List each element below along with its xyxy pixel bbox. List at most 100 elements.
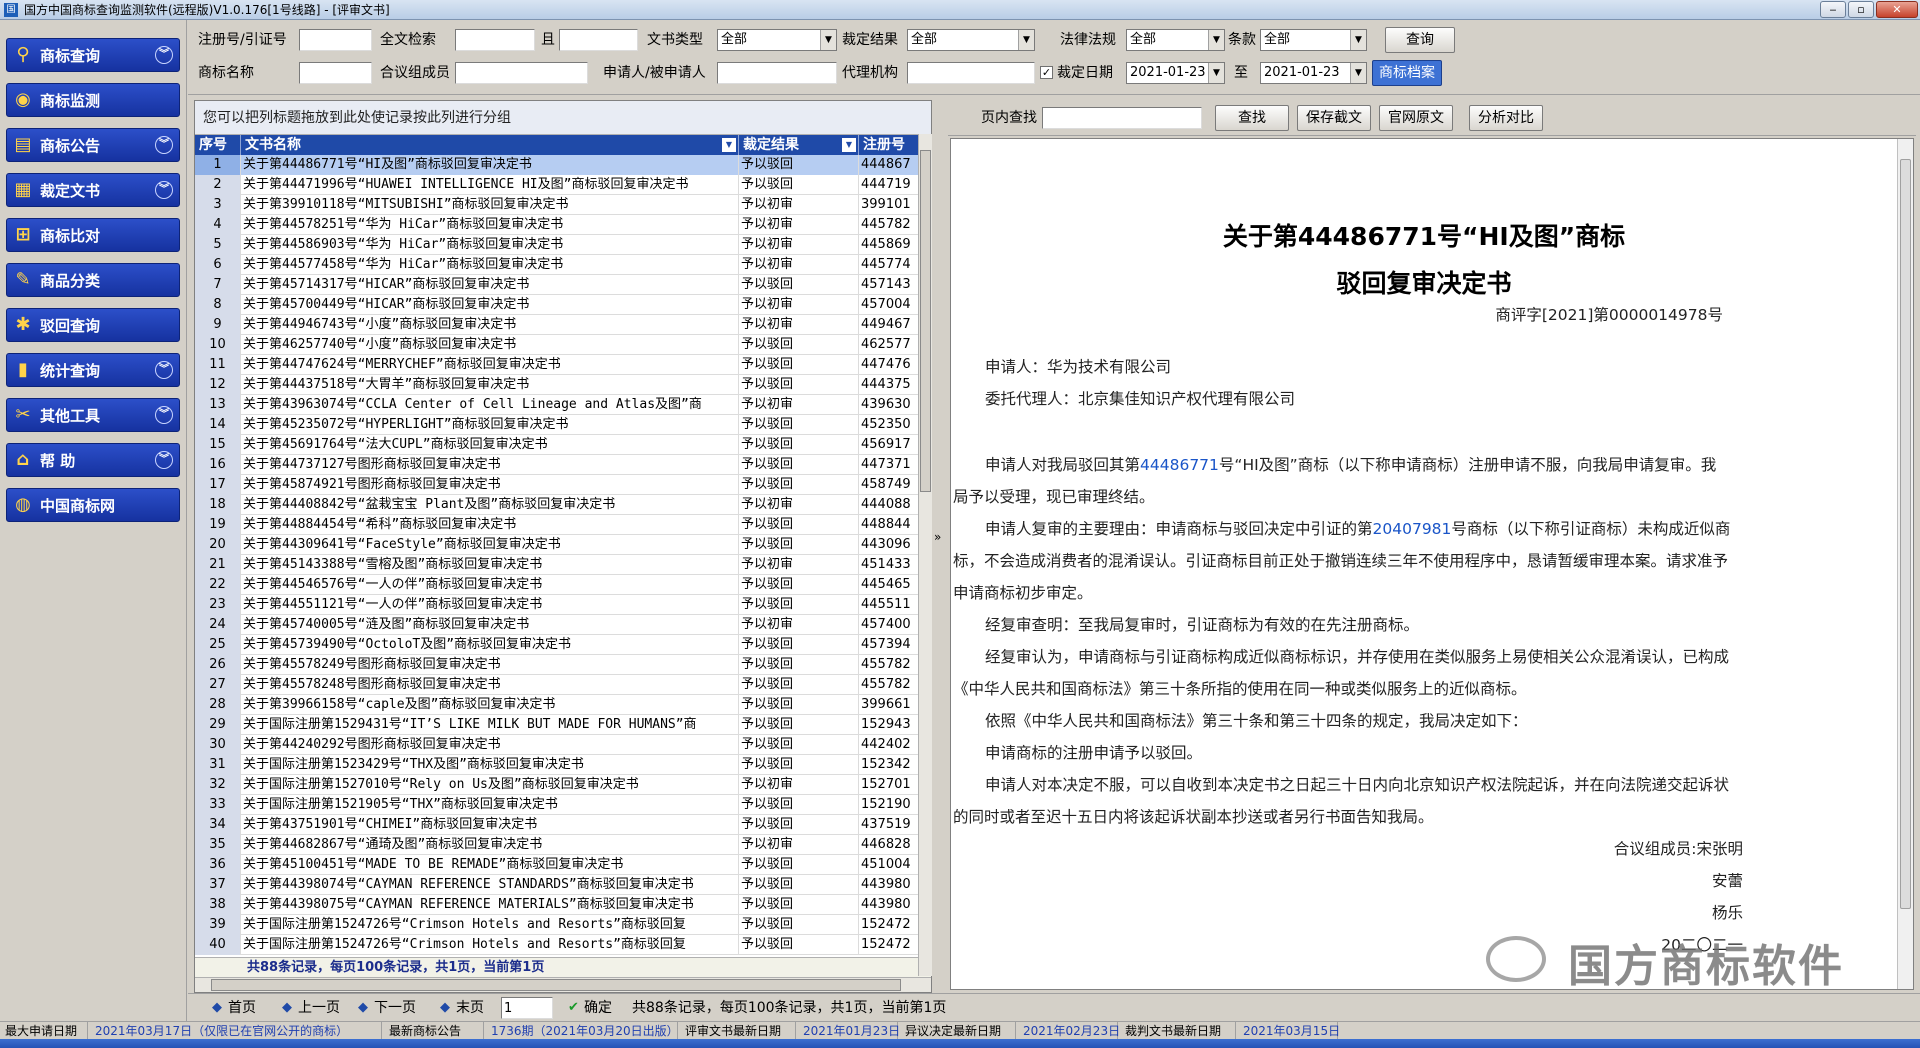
sidebar-item-3[interactable]: ▦ 裁定文书 ︾ <box>6 173 180 207</box>
sidebar-item-0[interactable]: ⚲ 商标查询 ︾ <box>6 38 180 72</box>
col-header-result[interactable]: 裁定结果 ▼ <box>739 135 859 155</box>
table-row[interactable]: 4 关于第44578251号“华为 HiCar”商标驳回复审决定书 予以初审 4457… <box>195 215 931 235</box>
scroll-thumb[interactable] <box>920 150 931 492</box>
chevron-down-icon[interactable]: ︾ <box>155 181 173 199</box>
reg-no-input[interactable] <box>299 29 372 51</box>
chevron-down-icon[interactable]: ︾ <box>155 361 173 379</box>
vertical-scrollbar[interactable] <box>918 134 932 976</box>
table-row[interactable]: 37 关于第44398074号“CAYMAN REFERENCE STANDARD… <box>195 875 931 895</box>
close-button[interactable]: ✕ <box>1876 1 1918 18</box>
table-row[interactable]: 36 关于第45100451号“MADE TO BE REMADE”商标驳回复审决… <box>195 855 931 875</box>
trademark-link[interactable]: 44486771 <box>1140 456 1219 474</box>
table-row[interactable]: 17 关于第45874921号图形商标驳回复审决定书 予以驳回 458749 <box>195 475 931 495</box>
prev-page-button[interactable]: ◆ 上一页 <box>280 997 340 1019</box>
panel-input[interactable] <box>455 62 588 84</box>
table-row[interactable]: 5 关于第44586903号“华为 HiCar”商标驳回复审决定书 予以初审 4458… <box>195 235 931 255</box>
sidebar-item-2[interactable]: ▤ 商标公告 ︾ <box>6 128 180 162</box>
confirm-button[interactable]: ✔ 确定 <box>566 997 612 1019</box>
table-row[interactable]: 13 关于第43963074号“CCLA Center of Cell Linea… <box>195 395 931 415</box>
table-row[interactable]: 21 关于第45143388号“雪榕及图”商标驳回复审决定书 予以初审 451433 <box>195 555 931 575</box>
table-row[interactable]: 33 关于国际注册第1521905号“THX”商标驳回复审决定书 予以驳回 15219… <box>195 795 931 815</box>
save-text-button[interactable]: 保存截文 <box>1297 105 1371 131</box>
table-row[interactable]: 11 关于第44747624号“MERRYCHEF”商标驳回复审决定书 予以驳回 44… <box>195 355 931 375</box>
date-checkbox[interactable]: ✓ <box>1040 66 1053 79</box>
table-row[interactable]: 15 关于第45691764号“法大CUPL”商标驳回复审决定书 予以驳回 45691… <box>195 435 931 455</box>
last-page-button[interactable]: ◆ 末页 <box>438 997 484 1019</box>
table-row[interactable]: 24 关于第45740005号“涟及图”商标驳回复审决定书 予以初审 457400 <box>195 615 931 635</box>
table-row[interactable]: 29 关于国际注册第1529431号“IT’S LIKE MILK BUT MAD… <box>195 715 931 735</box>
sidebar-item-5[interactable]: ✎ 商品分类 <box>6 263 180 297</box>
group-by-bar[interactable]: 您可以把列标题拖放到此处使记录按此列进行分组 <box>195 101 931 135</box>
sidebar-item-1[interactable]: ◉ 商标监测 <box>6 83 180 117</box>
table-row[interactable]: 12 关于第44437518号“大胃羊”商标驳回复审决定书 予以驳回 444375 <box>195 375 931 395</box>
table-row[interactable]: 39 关于国际注册第1524726号“Crimson Hotels and Res… <box>195 915 931 935</box>
table-row[interactable]: 8 关于第45700449号“HICAR”商标驳回复审决定书 予以初审 457004 <box>195 295 931 315</box>
date-from-picker[interactable]: 2021-01-23 ▼ <box>1126 62 1225 84</box>
table-row[interactable]: 35 关于第44682867号“通琦及图”商标驳回复审决定书 予以初审 446828 <box>195 835 931 855</box>
page-number-input[interactable] <box>501 997 553 1019</box>
doctype-select[interactable]: 全部 ▼ <box>717 29 837 51</box>
cited-trademark-link[interactable]: 20407981 <box>1373 520 1452 538</box>
query-button[interactable]: 查询 <box>1385 27 1455 53</box>
compare-button[interactable]: 分析对比 <box>1469 105 1543 131</box>
chevron-down-icon[interactable]: ︾ <box>155 136 173 154</box>
table-row[interactable]: 27 关于第45578248号图形商标驳回复审决定书 予以驳回 455782 <box>195 675 931 695</box>
applicant-input[interactable] <box>717 62 837 84</box>
table-row[interactable]: 18 关于第44408842号“盆栽宝宝 Plant及图”商标驳回复审决定书 予以初… <box>195 495 931 515</box>
table-row[interactable]: 20 关于第44309641号“FaceStyle”商标驳回复审决定书 予以驳回 44… <box>195 535 931 555</box>
find-input[interactable] <box>1042 107 1202 129</box>
table-row[interactable]: 30 关于第44240292号图形商标驳回复审决定书 予以驳回 442402 <box>195 735 931 755</box>
table-row[interactable]: 32 关于国际注册第1527010号“Rely on Us及图”商标驳回复审决定书… <box>195 775 931 795</box>
table-row[interactable]: 34 关于第43751901号“CHIMEI”商标驳回复审决定书 予以驳回 43751… <box>195 815 931 835</box>
sidebar-item-4[interactable]: ⊞ 商标比对 <box>6 218 180 252</box>
table-row[interactable]: 9 关于第44946743号“小度”商标驳回复审决定书 予以初审 449467 <box>195 315 931 335</box>
sidebar-item-10[interactable]: ◍ 中国商标网 <box>6 488 180 522</box>
maximize-button[interactable]: ▫ <box>1848 1 1874 18</box>
expand-icon[interactable]: » <box>934 530 941 544</box>
chevron-down-icon[interactable]: ︾ <box>155 406 173 424</box>
archive-button[interactable]: 商标档案 <box>1372 60 1442 86</box>
col-header-docname[interactable]: 文书名称 ▼ <box>241 135 739 155</box>
horizontal-scrollbar[interactable] <box>195 977 931 992</box>
document-scrollbar[interactable] <box>1897 139 1913 989</box>
table-row[interactable]: 2 关于第44471996号“HUAWEI INTELLIGENCE HI及图”商… <box>195 175 931 195</box>
official-original-button[interactable]: 官网原文 <box>1379 105 1453 131</box>
table-row[interactable]: 28 关于第39966158号“caple及图”商标驳回复审决定书 予以驳回 3996… <box>195 695 931 715</box>
table-row[interactable]: 3 关于第39910118号“MITSUBISHI”商标驳回复审决定书 予以初审 39… <box>195 195 931 215</box>
table-row[interactable]: 16 关于第44737127号图形商标驳回复审决定书 予以驳回 447371 <box>195 455 931 475</box>
table-row[interactable]: 10 关于第46257740号“小度”商标驳回复审决定书 予以驳回 462577 <box>195 335 931 355</box>
splitter[interactable]: » <box>932 100 948 993</box>
scroll-thumb[interactable] <box>211 979 901 991</box>
next-page-button[interactable]: ◆ 下一页 <box>356 997 416 1019</box>
table-row[interactable]: 6 关于第44577458号“华为 HiCar”商标驳回复审决定书 予以初审 4457… <box>195 255 931 275</box>
find-button[interactable]: 查找 <box>1215 105 1289 131</box>
table-row[interactable]: 40 关于国际注册第1524726号“Crimson Hotels and Res… <box>195 935 931 955</box>
col-header-index[interactable]: 序号 <box>195 135 241 155</box>
date-to-picker[interactable]: 2021-01-23 ▼ <box>1260 62 1367 84</box>
table-row[interactable]: 31 关于国际注册第1523429号“THX及图”商标驳回复审决定书 予以驳回 152… <box>195 755 931 775</box>
table-row[interactable]: 19 关于第44884454号“希科”商标驳回复审决定书 予以驳回 448844 <box>195 515 931 535</box>
chevron-down-icon[interactable]: ︾ <box>155 451 173 469</box>
table-row[interactable]: 7 关于第45714317号“HICAR”商标驳回复审决定书 予以驳回 457143 <box>195 275 931 295</box>
sidebar-item-6[interactable]: ✱ 驳回查询 <box>6 308 180 342</box>
and-input[interactable] <box>559 29 638 51</box>
table-row[interactable]: 14 关于第45235072号“HYPERLIGHT”商标驳回复审决定书 予以驳回 4… <box>195 415 931 435</box>
chevron-down-icon[interactable]: ︾ <box>155 46 173 64</box>
table-row[interactable]: 22 关于第44546576号“一人の伴”商标驳回复审决定书 予以驳回 445465 <box>195 575 931 595</box>
table-row[interactable]: 23 关于第44551121号“一人の伴”商标驳回复审决定书 予以驳回 445511 <box>195 595 931 615</box>
filter-icon[interactable]: ▼ <box>842 138 856 152</box>
scroll-thumb[interactable] <box>1900 159 1911 909</box>
law-select[interactable]: 全部 ▼ <box>1126 29 1225 51</box>
table-row[interactable]: 26 关于第45578249号图形商标驳回复审决定书 予以驳回 455782 <box>195 655 931 675</box>
fulltext-input[interactable] <box>455 29 535 51</box>
sidebar-item-8[interactable]: ✂ 其他工具 ︾ <box>6 398 180 432</box>
sidebar-item-9[interactable]: ⌂ 帮 助 ︾ <box>6 443 180 477</box>
agency-input[interactable] <box>907 62 1035 84</box>
filter-icon[interactable]: ▼ <box>722 138 736 152</box>
sidebar-item-7[interactable]: ▮ 统计查询 ︾ <box>6 353 180 387</box>
first-page-button[interactable]: ◆ 首页 <box>210 997 256 1019</box>
table-row[interactable]: 38 关于第44398075号“CAYMAN REFERENCE MATERIAL… <box>195 895 931 915</box>
table-row[interactable]: 25 关于第45739490号“OctoloT及图”商标驳回复审决定书 予以驳回 45… <box>195 635 931 655</box>
name-input[interactable] <box>299 62 372 84</box>
ruling-select[interactable]: 全部 ▼ <box>907 29 1035 51</box>
